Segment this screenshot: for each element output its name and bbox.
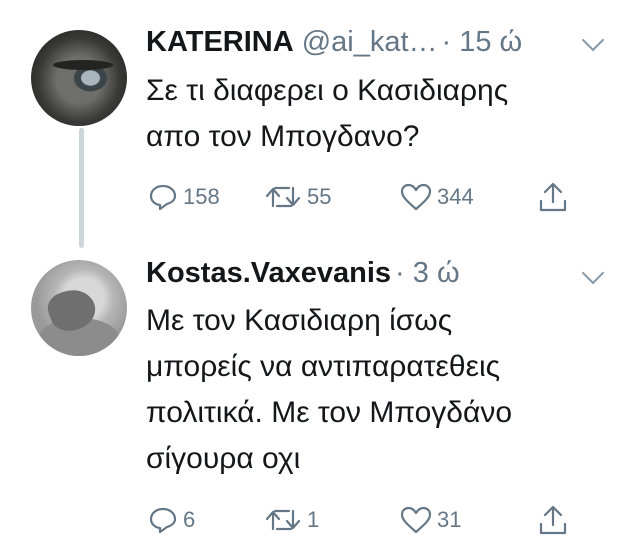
tweet-actions: 158 55 344 [146, 180, 586, 214]
author-handle[interactable]: @ai_kat… [302, 26, 438, 59]
reply-button[interactable]: 6 [148, 503, 195, 537]
reply-icon [149, 184, 177, 211]
tweet[interactable]: Kostas.Vaxevanis · 3 ώ Με τον Κασιδιαρη … [0, 250, 640, 548]
share-button[interactable] [538, 180, 568, 214]
chevron-down-icon[interactable] [581, 261, 605, 285]
like-button[interactable]: 31 [400, 503, 461, 537]
tweet-time[interactable]: · 3 ώ [395, 257, 460, 290]
retweet-icon [265, 509, 301, 531]
reply-count: 158 [183, 184, 220, 209]
author-name[interactable]: KATERINA [146, 26, 294, 59]
retweet-count: 55 [307, 184, 332, 209]
tweet-text: Με τον Κασιδιαρη ίσως μπορείς να αντιπαρ… [146, 304, 513, 475]
chevron-down-icon[interactable] [581, 28, 605, 52]
retweet-count: 1 [307, 507, 320, 532]
tweet[interactable]: KATERINA @ai_kat… · 15 ώ Σε τι διαφερει … [0, 0, 640, 250]
reply-icon [149, 507, 177, 534]
like-count: 344 [437, 184, 474, 209]
reply-button[interactable]: 158 [148, 180, 220, 214]
tweet-header: Kostas.Vaxevanis · 3 ώ [146, 257, 460, 290]
like-icon [400, 183, 432, 211]
reply-count: 6 [183, 507, 196, 532]
avatar[interactable] [31, 30, 127, 126]
tweet-actions: 6 1 31 [146, 503, 586, 537]
tweet-header: KATERINA @ai_kat… · 15 ώ [146, 26, 522, 59]
share-button[interactable] [538, 503, 568, 537]
retweet-icon [265, 186, 301, 208]
like-button[interactable]: 344 [400, 180, 474, 214]
share-icon [539, 182, 567, 212]
retweet-button[interactable]: 1 [264, 503, 319, 537]
like-icon [400, 506, 432, 534]
retweet-button[interactable]: 55 [264, 180, 331, 214]
author-name[interactable]: Kostas.Vaxevanis [146, 257, 391, 290]
avatar[interactable] [31, 260, 127, 356]
share-icon [539, 505, 567, 535]
tweet-time[interactable]: · 15 ώ [442, 26, 523, 59]
like-count: 31 [437, 507, 462, 532]
tweet-text: Σε τι διαφερει ο Κασιδιαρης απο τον Μπογ… [146, 74, 509, 153]
